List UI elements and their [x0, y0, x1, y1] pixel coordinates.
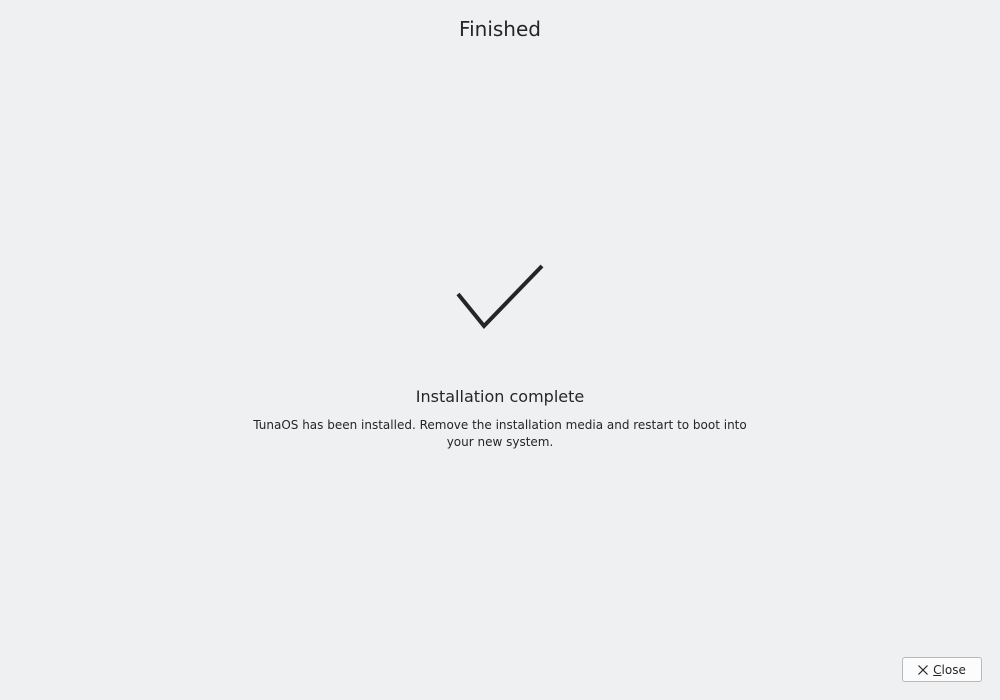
checkmark-icon [456, 264, 544, 330]
installer-finished-page: Finished Installation complete TunaOS ha… [0, 0, 1000, 700]
completion-heading: Installation complete [415, 387, 585, 406]
completion-message: TunaOS has been installed. Remove the in… [253, 418, 747, 449]
close-button-label: Close [933, 662, 966, 677]
close-icon [918, 664, 929, 675]
page-title: Finished [459, 17, 541, 41]
close-button[interactable]: Close [902, 657, 982, 682]
